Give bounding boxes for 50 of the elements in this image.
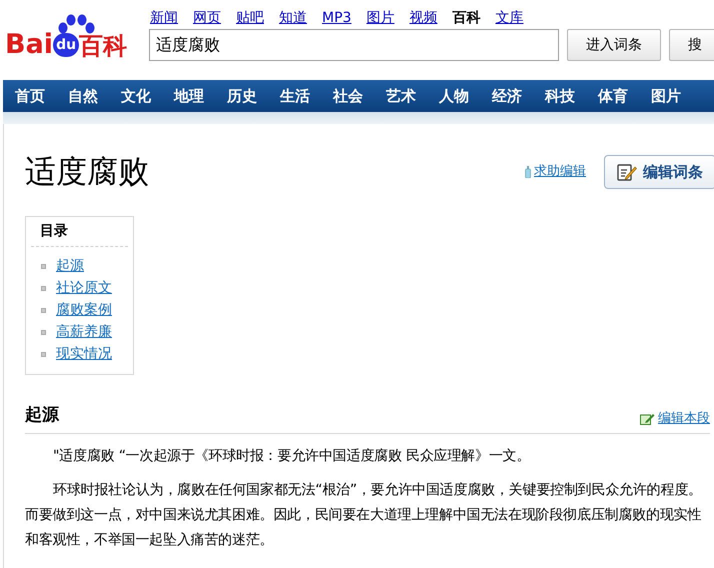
- bullet-icon: [41, 286, 46, 291]
- toc-link[interactable]: 社论原文: [56, 279, 112, 298]
- toc-link[interactable]: 起源: [56, 257, 84, 276]
- top-link[interactable]: 新闻: [150, 8, 178, 28]
- toc-link[interactable]: 腐败案例: [56, 301, 112, 320]
- category-link[interactable]: 历史: [227, 84, 257, 108]
- category-link[interactable]: 文化: [121, 84, 151, 108]
- edit-entry-button[interactable]: 编辑词条: [604, 155, 714, 189]
- paragraph: 环球时报社论认为，腐败在任何国家都无法“根治”，要允许中国适度腐败，关键要控制到民众允许的程度。而要做到这一点，对中国来说尤其困难。因此，民间要在大道理上理解中国无法在现阶段彻底压制腐败的现实性和客观性，不举国一起坠入痛苦的迷茫。: [25, 480, 703, 550]
- category-link[interactable]: 体育: [598, 84, 628, 108]
- top-link[interactable]: 视频: [409, 8, 438, 28]
- category-link[interactable]: 自然: [68, 84, 98, 108]
- top-link[interactable]: 文库: [495, 8, 524, 28]
- category-link[interactable]: 生活: [280, 84, 310, 108]
- help-edit-link[interactable]: 求助编辑: [534, 162, 586, 182]
- logo-text: 百科: [79, 34, 128, 58]
- logo-text: du: [53, 33, 80, 57]
- bullet-icon: [41, 308, 46, 313]
- top-link[interactable]: 贴吧: [236, 8, 264, 28]
- edit-section-link[interactable]: 编辑本段: [658, 409, 710, 428]
- category-link[interactable]: 图片: [651, 84, 681, 108]
- edit-icon: [640, 412, 655, 425]
- search-field[interactable]: 适度腐败: [149, 29, 559, 61]
- category-link[interactable]: 社会: [333, 84, 363, 108]
- bullet-icon: [41, 352, 46, 357]
- category-link[interactable]: 首页: [15, 84, 45, 108]
- bullet-icon: [41, 330, 46, 335]
- top-link[interactable]: 百科: [452, 8, 480, 28]
- article-title: 适度腐败: [25, 156, 150, 188]
- search-button[interactable]: 搜: [669, 29, 714, 61]
- search-button[interactable]: 进入词条: [567, 29, 661, 61]
- category-link[interactable]: 经济: [492, 84, 522, 108]
- logo-text: Bai: [5, 31, 54, 58]
- top-link[interactable]: 网页: [193, 8, 221, 28]
- paw-icon: [57, 14, 97, 36]
- top-link[interactable]: 图片: [366, 8, 394, 28]
- bottle-icon: [525, 166, 531, 178]
- category-link[interactable]: 人物: [439, 84, 469, 108]
- section-heading: 起源: [25, 404, 59, 427]
- toc-link[interactable]: 现实情况: [56, 345, 112, 364]
- toc-title: 目录: [31, 217, 128, 247]
- top-link[interactable]: 知道: [279, 8, 307, 28]
- category-link[interactable]: 科技: [545, 84, 575, 108]
- bullet-icon: [41, 264, 46, 269]
- toc-link[interactable]: 高薪养廉: [56, 323, 112, 342]
- category-link[interactable]: 地理: [174, 84, 204, 108]
- top-link[interactable]: MP3: [322, 8, 352, 28]
- category-link[interactable]: 艺术: [386, 84, 416, 108]
- paragraph: "适度腐败 “一次起源于《环球时报：要允许中国适度腐败 民众应理解》一文。: [52, 446, 532, 466]
- edit-note-icon: [617, 163, 637, 181]
